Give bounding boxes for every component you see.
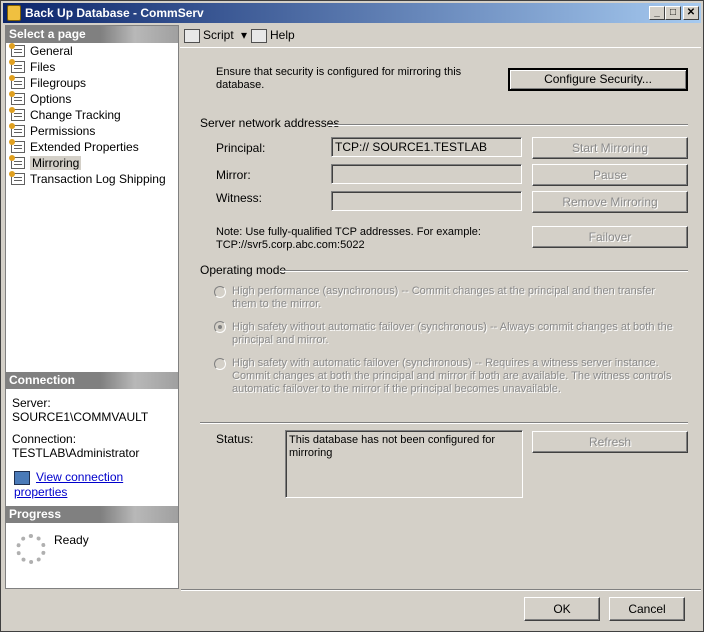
ok-button[interactable]: OK [524, 597, 600, 621]
close-button[interactable]: ✕ [683, 6, 699, 20]
server-label: Server: [12, 396, 51, 410]
progress-header: Progress [6, 506, 178, 523]
view-connection-properties-link[interactable]: View connection properties [14, 470, 123, 499]
connection-value: TESTLAB\Administrator [12, 446, 140, 460]
mirroring-page: Ensure that security is configured for m… [180, 47, 701, 589]
page-icon [9, 155, 25, 169]
mode-high-safety-failover-label: High safety with automatic failover (syn… [232, 357, 672, 395]
divider [200, 422, 688, 424]
page-icon [9, 107, 25, 121]
title-bar[interactable]: Back Up Database - CommServ _ □ ✕ [3, 3, 701, 23]
witness-field[interactable] [331, 191, 522, 211]
progress-status: Ready [54, 533, 89, 547]
refresh-button[interactable]: Refresh [532, 431, 688, 453]
connection-label: Connection: [12, 432, 77, 446]
connection-block: Connection: TESTLAB\Administrator [12, 432, 139, 460]
principal-field[interactable]: TCP:// SOURCE1.TESTLAB [331, 137, 522, 157]
toolbar: Script ▾ Help [181, 25, 701, 47]
page-item-extended-properties[interactable]: Extended Properties [6, 139, 178, 155]
mode-high-safety-radio[interactable] [214, 321, 226, 333]
script-button[interactable]: Script ▾ [184, 28, 247, 43]
divider [280, 270, 688, 272]
help-icon [251, 28, 267, 43]
page-list: General Files Filegroups Options Change … [6, 43, 178, 187]
maximize-button[interactable]: □ [665, 6, 681, 20]
configure-security-button[interactable]: Configure Security... [508, 68, 688, 91]
page-item-filegroups[interactable]: Filegroups [6, 75, 178, 91]
view-connection-row: View connection properties [14, 470, 178, 499]
left-pane: Select a page General Files Filegroups O… [5, 25, 179, 589]
mirror-field[interactable] [331, 164, 522, 184]
footer-divider [181, 589, 701, 591]
page-item-files[interactable]: Files [6, 59, 178, 75]
window-title: Back Up Database - CommServ [25, 6, 204, 20]
script-icon [184, 28, 200, 43]
page-item-mirroring[interactable]: Mirroring [6, 155, 178, 171]
mode-high-safety-failover-radio[interactable] [214, 358, 226, 370]
connection-header: Connection [6, 372, 178, 389]
server-block: Server: SOURCE1\COMMVAULT [12, 396, 148, 424]
security-note: Ensure that security is configured for m… [216, 66, 462, 91]
mode-high-performance-label: High performance (asynchronous) -- Commi… [232, 285, 656, 310]
dialog-window: Back Up Database - CommServ _ □ ✕ Select… [0, 0, 704, 632]
server-network-header: Server network addresses [200, 116, 340, 130]
select-page-header: Select a page [6, 26, 178, 43]
server-value: SOURCE1\COMMVAULT [12, 410, 149, 424]
database-icon [7, 5, 21, 21]
mirror-label: Mirror: [216, 168, 251, 182]
failover-button[interactable]: Failover [532, 226, 688, 248]
page-item-transaction-log-shipping[interactable]: Transaction Log Shipping [6, 171, 178, 187]
page-item-change-tracking[interactable]: Change Tracking [6, 107, 178, 123]
status-value: This database has not been configured fo… [285, 430, 523, 498]
page-icon [9, 139, 25, 153]
page-item-permissions[interactable]: Permissions [6, 123, 178, 139]
connection-properties-icon [14, 470, 30, 485]
mode-high-performance-radio[interactable] [214, 286, 226, 298]
start-mirroring-button[interactable]: Start Mirroring [532, 137, 688, 159]
page-icon [9, 75, 25, 89]
page-item-options[interactable]: Options [6, 91, 178, 107]
mode-high-safety-label: High safety without automatic failover (… [232, 321, 673, 346]
pause-button[interactable]: Pause [532, 164, 688, 186]
status-label: Status: [216, 432, 254, 446]
help-button[interactable]: Help [251, 28, 295, 43]
page-icon [9, 59, 25, 73]
minimize-button[interactable]: _ [649, 6, 665, 20]
page-icon [9, 91, 25, 105]
page-icon [9, 171, 25, 185]
tcp-note: Note: Use fully-qualified TCP addresses.… [216, 226, 481, 251]
cancel-button[interactable]: Cancel [609, 597, 685, 621]
divider [328, 124, 688, 126]
chevron-down-icon[interactable]: ▾ [241, 28, 247, 42]
page-icon [9, 123, 25, 137]
page-item-general[interactable]: General [6, 43, 178, 59]
progress-spinner-icon [16, 534, 46, 564]
page-icon [9, 43, 25, 57]
witness-label: Witness: [216, 191, 263, 205]
principal-label: Principal: [216, 141, 266, 155]
operating-mode-header: Operating mode [200, 263, 287, 277]
remove-mirroring-button[interactable]: Remove Mirroring [532, 191, 688, 213]
